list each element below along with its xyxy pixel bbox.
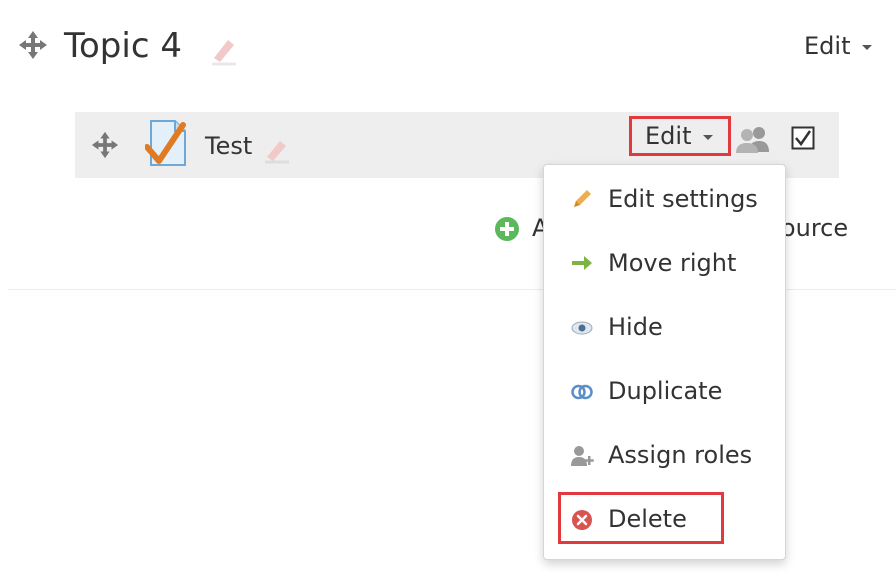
- groups-icon[interactable]: [733, 124, 773, 154]
- menu-item-label: Edit settings: [608, 185, 758, 213]
- course-page: Topic 4 Edit Test Edit A source Edit set…: [0, 0, 896, 576]
- section-title: Topic 4: [64, 26, 182, 66]
- move-icon[interactable]: [91, 131, 119, 159]
- delete-icon: [572, 510, 592, 530]
- duplicate-icon: [571, 384, 593, 400]
- chevron-down-icon: [703, 134, 714, 140]
- menu-item-label: Hide: [608, 313, 663, 341]
- activity-action-menu: Edit settings Move right Hide Duplicate: [543, 164, 786, 560]
- activity-edit-menu[interactable]: Edit: [629, 116, 731, 156]
- chevron-down-icon: [862, 44, 873, 50]
- menu-item-duplicate[interactable]: Duplicate: [544, 366, 785, 416]
- edit-title-icon[interactable]: [261, 135, 293, 165]
- menu-item-label: Assign roles: [608, 441, 753, 469]
- edit-title-icon[interactable]: [206, 32, 242, 68]
- menu-item-delete[interactable]: Delete: [544, 494, 785, 544]
- eye-icon: [571, 321, 593, 335]
- menu-item-assign-roles[interactable]: Assign roles: [544, 430, 785, 480]
- activity-edit-label: Edit: [645, 122, 692, 150]
- menu-item-label: Delete: [608, 505, 687, 533]
- completion-checkbox[interactable]: [791, 126, 815, 150]
- arrow-right-icon: [572, 256, 592, 270]
- add-icon[interactable]: [494, 216, 520, 242]
- activity-name-link[interactable]: Test: [205, 130, 252, 162]
- move-icon[interactable]: [18, 30, 48, 60]
- menu-item-hide[interactable]: Hide: [544, 302, 785, 352]
- section-edit-menu[interactable]: Edit: [804, 30, 873, 62]
- menu-item-label: Duplicate: [608, 377, 723, 405]
- menu-item-edit-settings[interactable]: Edit settings: [544, 174, 785, 224]
- quiz-icon: [145, 120, 186, 166]
- assign-roles-icon: [571, 446, 594, 466]
- menu-item-label: Move right: [608, 249, 737, 277]
- section-edit-label: Edit: [804, 32, 851, 60]
- menu-item-move-right[interactable]: Move right: [544, 238, 785, 288]
- pencil-icon: [574, 190, 591, 207]
